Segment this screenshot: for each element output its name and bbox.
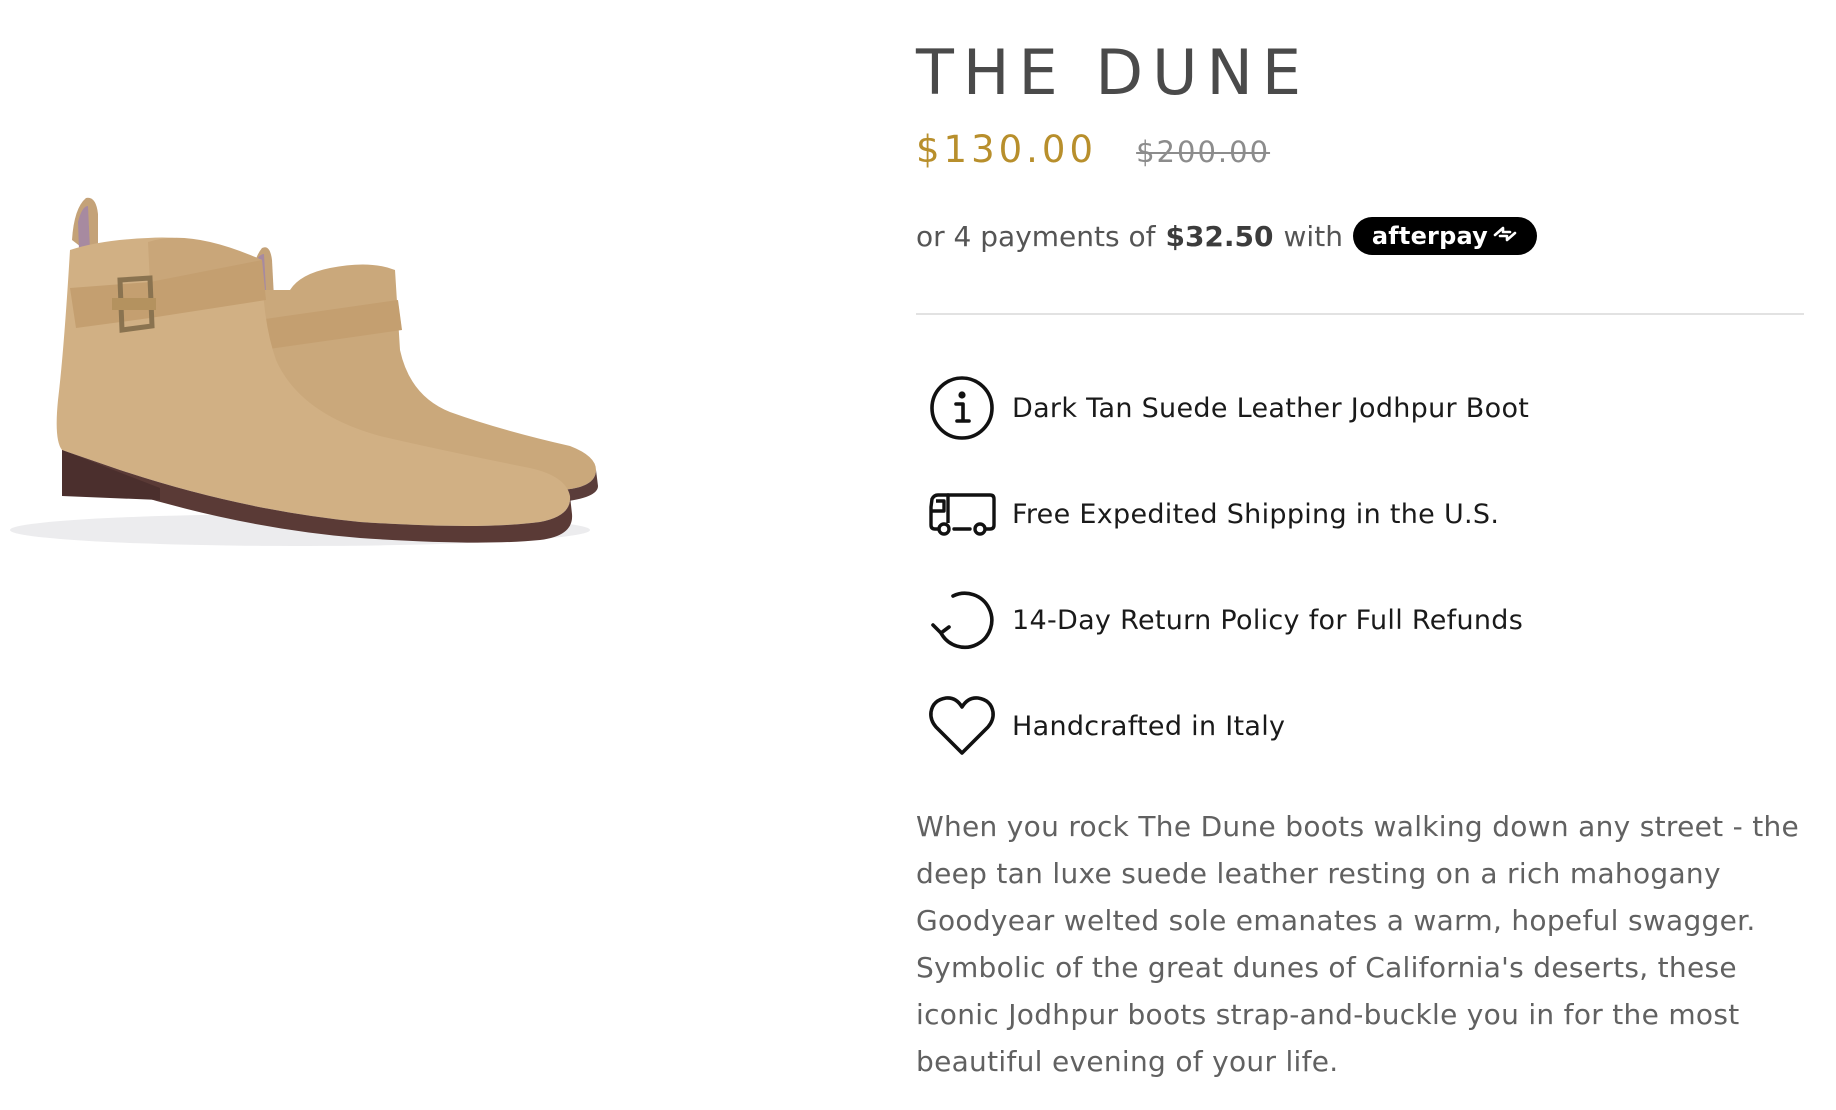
- feature-item-material: Dark Tan Suede Leather Jodhpur Boot: [928, 372, 1529, 444]
- feature-label: Dark Tan Suede Leather Jodhpur Boot: [1012, 392, 1530, 424]
- afterpay-installments: or 4 payments of $32.50 with afterpay: [916, 216, 1537, 256]
- afterpay-prefix: or 4 payments of: [916, 219, 1156, 253]
- product-page: THE DUNE $130.00 $200.00 or 4 payments o…: [0, 0, 1836, 1110]
- delivery-truck-icon: [928, 480, 996, 548]
- afterpay-badge-label: afterpay: [1371, 222, 1488, 250]
- afterpay-arrows-icon: [1492, 222, 1518, 250]
- boots-image: [10, 197, 598, 546]
- afterpay-amount: $32.50: [1165, 219, 1274, 253]
- compare-at-price: $200.00: [1136, 135, 1271, 169]
- feature-label: Handcrafted in Italy: [1012, 710, 1286, 742]
- sale-price: $130.00: [916, 128, 1098, 171]
- section-divider: [916, 313, 1804, 315]
- afterpay-badge[interactable]: afterpay: [1352, 217, 1537, 255]
- feature-label: 14-Day Return Policy for Full Refunds: [1012, 604, 1524, 636]
- price-row: $130.00 $200.00: [916, 128, 1270, 171]
- feature-item-returns: 14-Day Return Policy for Full Refunds: [928, 584, 1529, 656]
- feature-item-origin: Handcrafted in Italy: [928, 690, 1529, 762]
- product-image[interactable]: [0, 150, 720, 650]
- heart-icon: [928, 692, 996, 760]
- afterpay-suffix: with: [1283, 219, 1343, 253]
- product-description: When you rock The Dune boots walking dow…: [916, 810, 1800, 1078]
- product-title: THE DUNE: [916, 36, 1311, 109]
- feature-list: Dark Tan Suede Leather Jodhpur Boot Free…: [928, 372, 1529, 796]
- feature-item-shipping: Free Expedited Shipping in the U.S.: [928, 478, 1529, 550]
- return-arrow-icon: [928, 586, 996, 654]
- info-circle-icon: [928, 374, 996, 442]
- feature-label: Free Expedited Shipping in the U.S.: [1012, 498, 1500, 530]
